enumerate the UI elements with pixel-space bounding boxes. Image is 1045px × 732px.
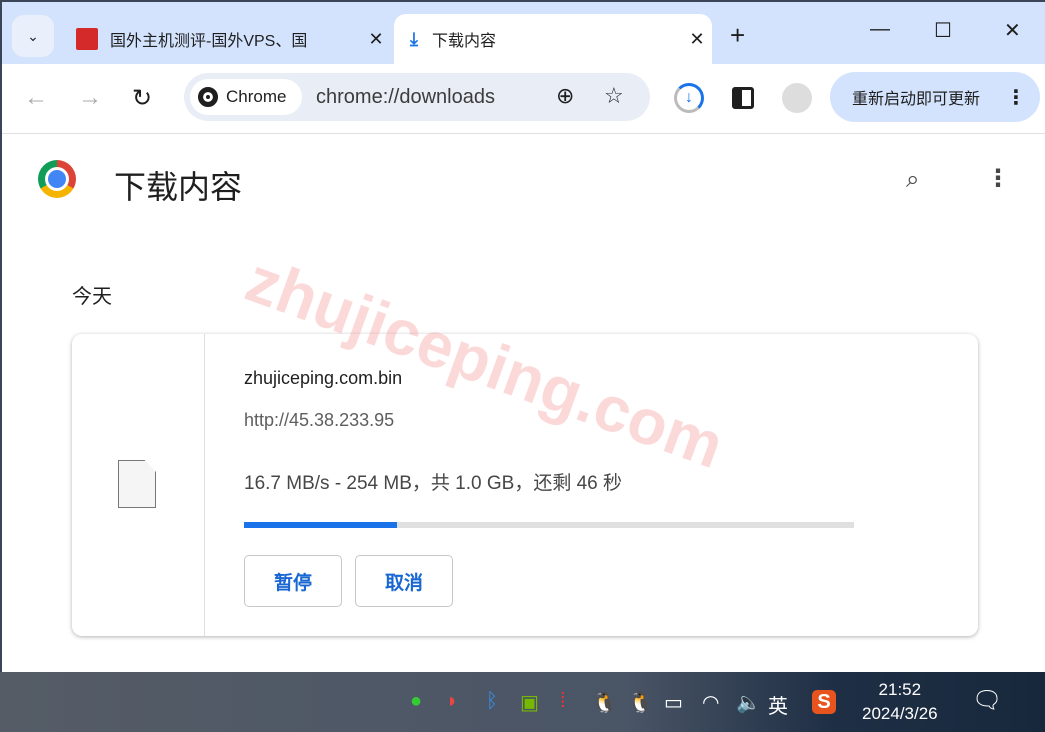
minimize-button[interactable]: —: [870, 18, 890, 41]
progress-fill: [244, 522, 397, 528]
toolbar: ← → ↻ Chrome chrome://downloads ⊕ ☆ ↓ 重新…: [2, 64, 1045, 134]
browser-window: ⌄ 国外主机测评-国外VPS、国 ✕ ⤓ 下载内容 ✕ + — ☐ ✕ ← → …: [2, 2, 1045, 672]
update-button[interactable]: 重新启动即可更新 ⋮: [830, 72, 1040, 122]
ime-indicator[interactable]: 英: [768, 690, 788, 719]
tab-zhujiceping[interactable]: 国外主机测评-国外VPS、国 ✕: [66, 14, 391, 64]
chip-label: Chrome: [226, 87, 287, 106]
time: 21:52: [878, 680, 922, 699]
downloads-progress-icon[interactable]: ↓: [674, 83, 704, 113]
back-button[interactable]: ←: [24, 84, 48, 112]
pause-button[interactable]: 暂停: [244, 555, 342, 607]
tab-title: 下载内容: [431, 33, 496, 50]
search-icon[interactable]: ⌕: [906, 166, 919, 194]
taskbar: ● ◗ ᛒ ▣ ⁞ 🐧 🐧 ▭ ◠ 🔈 英 S 21:52 2024/3/26 🗨: [0, 672, 1045, 732]
tab-downloads[interactable]: ⤓ 下载内容 ✕: [394, 14, 712, 64]
address-bar[interactable]: Chrome chrome://downloads ⊕ ☆: [184, 73, 650, 121]
bluetooth-icon[interactable]: ᛒ: [486, 690, 498, 713]
reload-button[interactable]: ↻: [132, 84, 152, 113]
file-icon-column: [72, 334, 205, 636]
cancel-button[interactable]: 取消: [355, 555, 453, 607]
forward-button[interactable]: →: [78, 84, 102, 112]
tab-title: 国外主机测评-国外VPS、国: [110, 33, 308, 50]
color-app-icon[interactable]: ⁞: [560, 690, 566, 713]
more-menu-icon[interactable]: ⋮: [1006, 85, 1026, 110]
new-tab-button[interactable]: +: [730, 20, 745, 51]
sogou-icon[interactable]: S: [812, 690, 836, 714]
page-title: 下载内容: [114, 169, 243, 205]
volume-icon[interactable]: 🔈: [736, 690, 761, 715]
date: 2024/3/26: [862, 704, 938, 723]
file-icon: [118, 460, 156, 508]
download-progress-bar: [244, 522, 854, 528]
wechat-icon[interactable]: ●: [410, 690, 422, 713]
chrome-logo-icon: [38, 160, 76, 198]
tab-strip: ⌄ 国外主机测评-国外VPS、国 ✕ ⤓ 下载内容 ✕ + — ☐ ✕: [2, 2, 1045, 64]
close-tab-icon[interactable]: ✕: [682, 29, 712, 50]
maximize-button[interactable]: ☐: [934, 18, 952, 43]
file-name-link[interactable]: zhujiceping.com.bin: [244, 368, 402, 389]
battery-icon[interactable]: ▭: [664, 690, 683, 715]
zoom-icon[interactable]: ⊕: [556, 83, 574, 109]
more-options-icon[interactable]: ⋮: [986, 164, 1010, 193]
download-icon: ⤓: [410, 28, 418, 49]
qq-icon[interactable]: 🐧: [628, 690, 653, 715]
site-info-chip[interactable]: Chrome: [190, 79, 302, 115]
bookmark-star-icon[interactable]: ☆: [604, 83, 624, 109]
close-window-button[interactable]: ✕: [1004, 18, 1021, 43]
side-panel-icon[interactable]: [732, 87, 754, 109]
tab-search-button[interactable]: ⌄: [12, 15, 54, 57]
file-source-url[interactable]: http://45.38.233.95: [244, 410, 394, 431]
clock[interactable]: 21:52 2024/3/26: [862, 678, 938, 726]
update-label: 重新启动即可更新: [852, 91, 981, 108]
url-input[interactable]: chrome://downloads: [316, 86, 495, 109]
date-section-heading: 今天: [72, 286, 112, 308]
chrome-icon: [198, 87, 218, 107]
nvidia-icon[interactable]: ▣: [520, 690, 539, 715]
wifi-icon[interactable]: ◠: [702, 690, 719, 715]
close-tab-icon[interactable]: ✕: [361, 29, 391, 50]
app-tray-icon[interactable]: ◗: [446, 690, 458, 713]
download-status: 16.7 MB/s - 254 MB，共 1.0 GB，还剩 46 秒: [244, 473, 623, 494]
notification-icon[interactable]: 🗨: [972, 686, 1002, 715]
qq-icon[interactable]: 🐧: [592, 690, 617, 715]
avatar[interactable]: [782, 83, 812, 113]
site-favicon-icon: [76, 28, 98, 50]
